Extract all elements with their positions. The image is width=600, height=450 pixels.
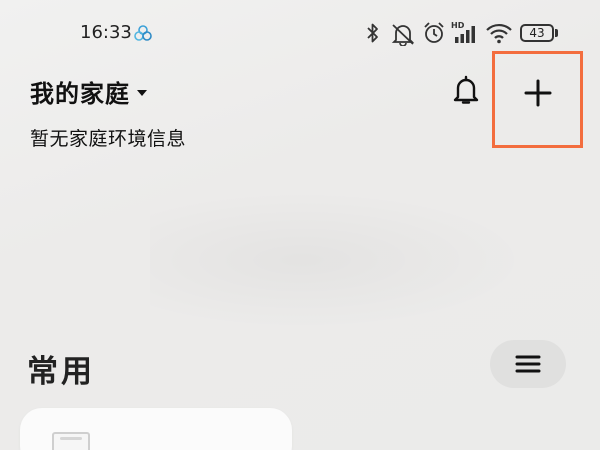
- notification-button[interactable]: [448, 72, 484, 108]
- bell-icon: [453, 75, 479, 104]
- caret-down-icon: [137, 89, 147, 96]
- mute-icon: [391, 24, 415, 46]
- device-icon: [52, 432, 90, 450]
- plus-icon: [524, 79, 552, 107]
- svg-text:HD: HD: [451, 21, 465, 30]
- background-shade: [150, 190, 530, 330]
- home-title: 我的家庭: [30, 80, 130, 108]
- section-title: 常用: [27, 354, 95, 390]
- status-time: 16:33: [80, 22, 132, 43]
- battery-tip: [555, 29, 558, 37]
- alarm-icon: [424, 22, 444, 43]
- home-selector[interactable]: 我的家庭: [30, 74, 147, 109]
- menu-button[interactable]: [490, 340, 566, 388]
- hd-signal-icon: HD: [451, 21, 475, 43]
- wifi-icon: [486, 23, 512, 44]
- add-button[interactable]: [492, 51, 583, 148]
- home-environment-info: 暂无家庭环境信息: [30, 128, 187, 150]
- battery-icon: 43: [520, 24, 554, 42]
- bluetooth-icon: [367, 23, 378, 43]
- app-notification-icon: [134, 25, 152, 41]
- menu-icon: [515, 355, 541, 373]
- device-card[interactable]: [20, 408, 292, 450]
